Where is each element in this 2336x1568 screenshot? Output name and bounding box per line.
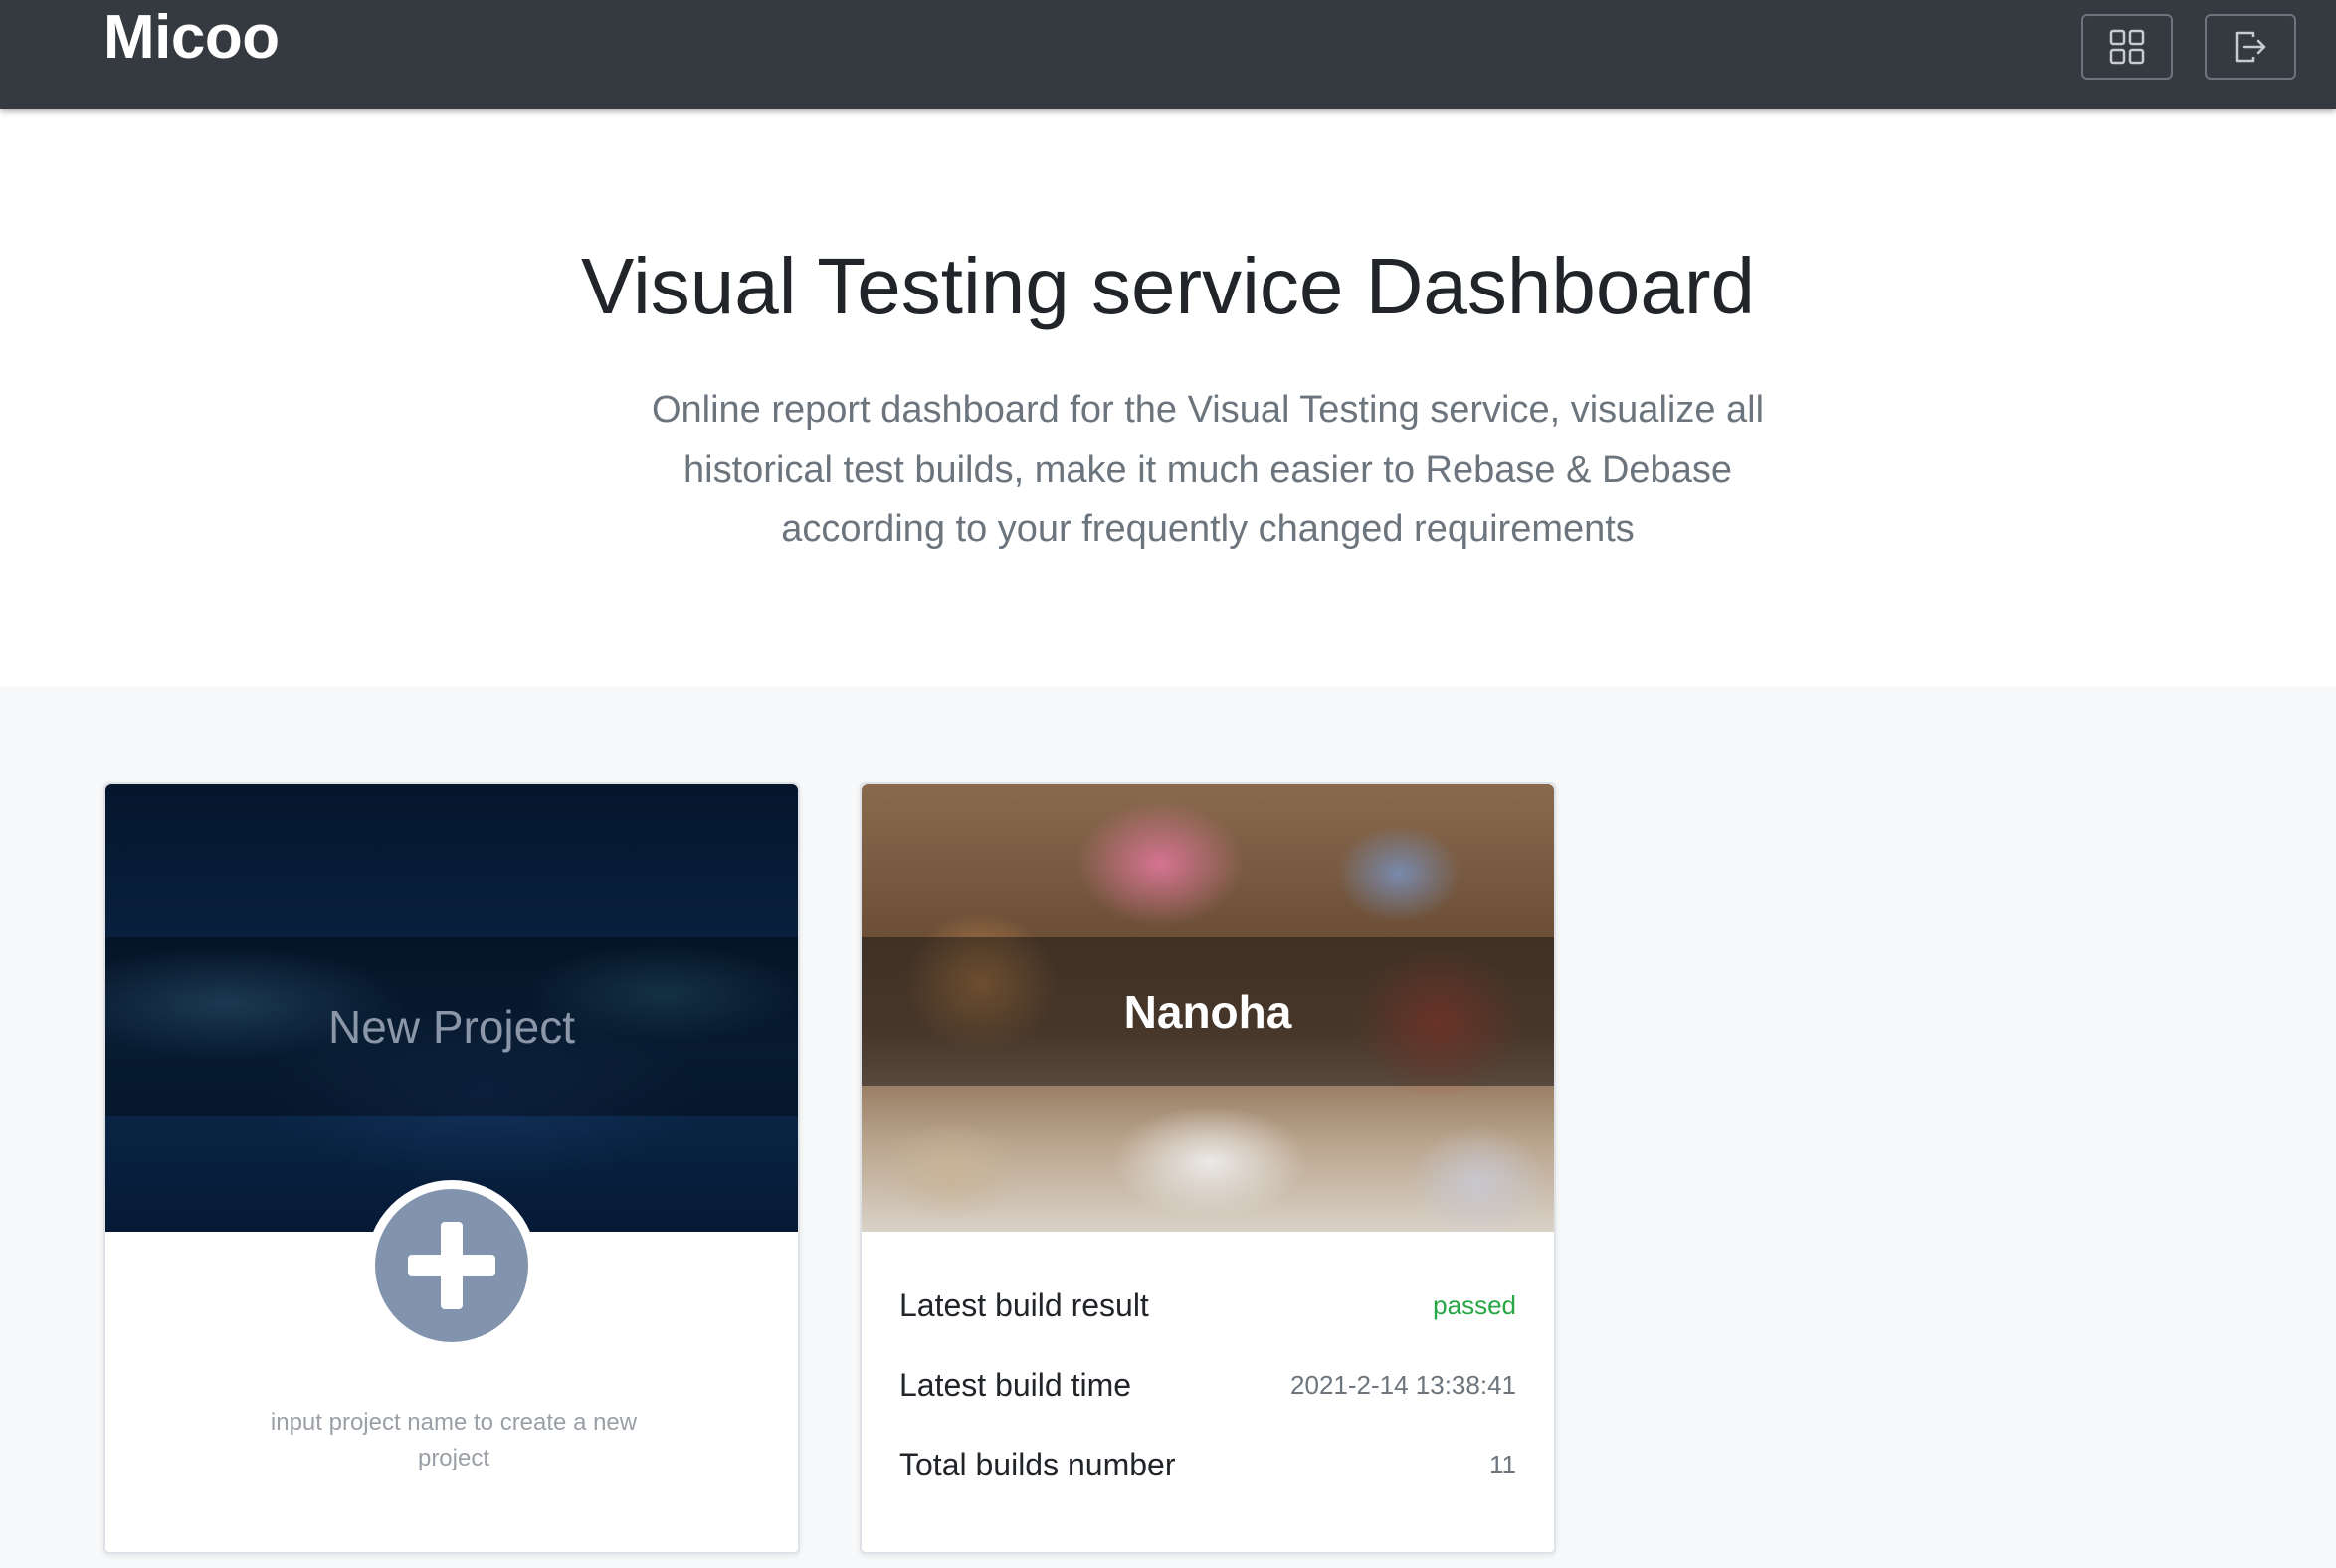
brand-logo[interactable]: Micoo [103,2,280,73]
stat-label: Total builds number [899,1446,1176,1482]
project-card-nanoha[interactable]: Nanoha Latest build result passed Latest… [860,782,1556,1554]
stat-row-latest-time: Latest build time 2021-2-14 13:38:41 [899,1345,1516,1425]
total-builds-value: 11 [1489,1449,1516,1479]
new-project-title: New Project [328,1001,575,1053]
stat-label: Latest build time [899,1366,1132,1403]
project-name: Nanoha [1123,986,1292,1038]
stat-row-total-builds: Total builds number 11 [899,1425,1516,1504]
grid-icon [2109,29,2145,65]
create-project-button[interactable] [366,1180,537,1351]
stat-row-latest-result: Latest build result passed [899,1266,1516,1345]
project-album: New Project input project name to create… [0,686,2336,1568]
new-project-title-band: New Project [105,937,798,1116]
project-stats: Latest build result passed Latest build … [899,1266,1516,1504]
build-time-value: 2021-2-14 13:38:41 [1290,1369,1516,1400]
logout-button[interactable] [2205,14,2296,80]
page-subtitle: Online report dashboard for the Visual T… [651,389,1765,550]
dashboard-grid-button[interactable] [2081,14,2173,80]
plus-icon [375,1189,528,1342]
stat-label: Latest build result [899,1286,1149,1323]
build-status-badge: passed [1433,1289,1516,1320]
hero-section: Visual Testing service Dashboard Online … [0,109,2336,686]
new-project-card[interactable]: New Project input project name to create… [103,782,800,1554]
project-cover-image: Nanoha [862,784,1554,1232]
page-title: Visual Testing service Dashboard [581,242,1755,330]
logout-icon [2235,31,2266,63]
project-title-band: Nanoha [862,937,1554,1086]
new-project-hint: input project name to create a new proje… [270,1409,638,1471]
new-project-cover: New Project [105,784,798,1232]
top-navbar: Micoo [0,0,2336,109]
